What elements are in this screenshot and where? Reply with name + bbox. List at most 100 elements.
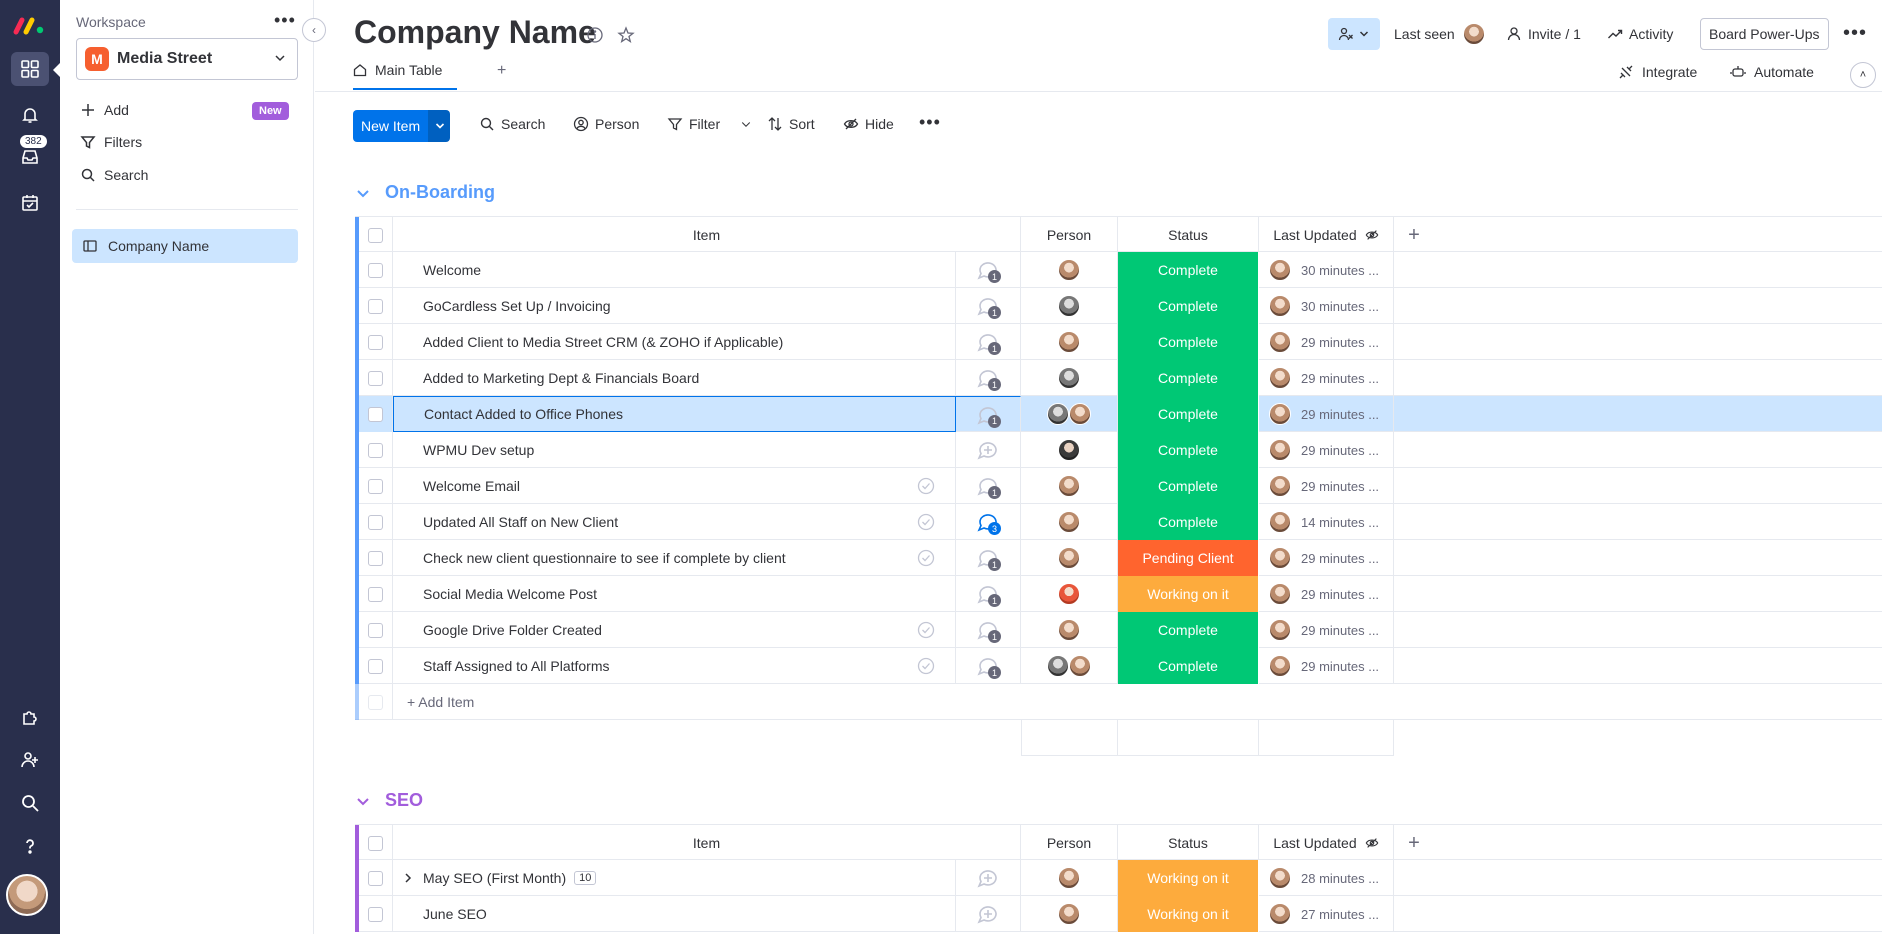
rail-invite-button[interactable] <box>11 743 49 777</box>
updates-cell[interactable] <box>956 860 1021 896</box>
last-updated-cell[interactable]: 29 minutes ... <box>1259 324 1394 360</box>
check-circle-icon[interactable] <box>917 621 935 639</box>
item-name-cell[interactable]: Contact Added to Office Phones <box>393 396 956 432</box>
column-header-last-updated[interactable]: Last Updated <box>1259 825 1394 861</box>
eye-off-icon[interactable] <box>1365 228 1379 242</box>
table-row[interactable]: June SEO Working on it 27 minutes ... <box>355 896 1882 932</box>
workspace-search-button[interactable]: Search <box>80 163 148 187</box>
item-name-cell[interactable]: Staff Assigned to All Platforms <box>393 648 956 684</box>
updates-cell[interactable] <box>956 432 1021 468</box>
update-bubble-icon[interactable]: 1 <box>976 546 1001 571</box>
last-updated-cell[interactable]: 27 minutes ... <box>1259 896 1394 932</box>
item-name-cell[interactable]: June SEO <box>393 896 956 932</box>
last-updated-cell[interactable]: 29 minutes ... <box>1259 468 1394 504</box>
column-header-item[interactable]: Item <box>393 217 1021 253</box>
updates-cell[interactable]: 1 <box>956 540 1021 576</box>
check-circle-icon[interactable] <box>917 477 935 495</box>
toolbar-filter-button[interactable]: Filter <box>667 116 758 132</box>
update-bubble-icon[interactable]: 1 <box>976 366 1001 391</box>
person-cell[interactable] <box>1021 324 1118 360</box>
row-checkbox[interactable] <box>359 288 393 324</box>
column-header-status[interactable]: Status <box>1118 217 1259 253</box>
table-row[interactable]: Welcome 1 Complete 30 minutes ... <box>355 252 1882 288</box>
person-cell[interactable] <box>1021 468 1118 504</box>
star-icon[interactable] <box>617 26 635 44</box>
row-checkbox[interactable] <box>359 860 393 896</box>
person-cell[interactable] <box>1021 576 1118 612</box>
status-cell[interactable]: Pending Client <box>1118 540 1259 576</box>
group-header[interactable]: On-Boarding <box>355 182 495 203</box>
table-row[interactable]: Added Client to Media Street CRM (& ZOHO… <box>355 324 1882 360</box>
subitems-count-badge[interactable]: 10 <box>574 871 597 885</box>
table-row[interactable]: Staff Assigned to All Platforms 1 Complete… <box>355 648 1882 684</box>
update-bubble-icon[interactable]: 1 <box>976 330 1001 355</box>
column-header-last-updated[interactable]: Last Updated <box>1259 217 1394 253</box>
person-cell[interactable] <box>1021 360 1118 396</box>
last-updated-cell[interactable]: 29 minutes ... <box>1259 360 1394 396</box>
add-view-button[interactable]: + <box>497 62 506 80</box>
chevron-right-icon[interactable] <box>401 871 415 885</box>
updates-cell[interactable]: 1 <box>956 360 1021 396</box>
item-name-cell[interactable]: Welcome Email <box>393 468 956 504</box>
rail-notifications-button[interactable] <box>11 98 49 132</box>
column-header-item[interactable]: Item <box>393 825 1021 861</box>
status-cell[interactable]: Complete <box>1118 468 1259 504</box>
add-update-icon[interactable] <box>976 438 1000 462</box>
rail-help-button[interactable] <box>11 829 49 863</box>
rail-search-button[interactable] <box>11 786 49 820</box>
workspace-selector[interactable]: M Media Street <box>76 38 298 80</box>
table-row[interactable]: Updated All Staff on New Client 3 Complete… <box>355 504 1882 540</box>
activity-button[interactable]: Activity <box>1607 18 1673 50</box>
person-cell[interactable] <box>1021 396 1118 432</box>
row-checkbox[interactable] <box>359 252 393 288</box>
update-bubble-icon[interactable]: 1 <box>976 654 1001 679</box>
item-name-cell[interactable]: Welcome <box>393 252 956 288</box>
item-name-cell[interactable]: GoCardless Set Up / Invoicing <box>393 288 956 324</box>
row-checkbox[interactable] <box>359 612 393 648</box>
updates-cell[interactable]: 1 <box>956 396 1021 432</box>
update-bubble-icon[interactable]: 1 <box>976 403 1001 428</box>
check-circle-icon[interactable] <box>917 549 935 567</box>
group-header[interactable]: SEO <box>355 790 423 811</box>
table-row[interactable]: WPMU Dev setup Complete 29 minutes ... <box>355 432 1882 468</box>
add-update-icon[interactable] <box>976 866 1000 890</box>
integrate-button[interactable]: Integrate <box>1618 64 1697 80</box>
status-cell[interactable]: Complete <box>1118 648 1259 684</box>
add-update-icon[interactable] <box>976 902 1000 926</box>
rail-apps-button[interactable] <box>11 700 49 734</box>
add-column-button[interactable]: + <box>1394 825 1434 861</box>
updates-cell[interactable]: 1 <box>956 288 1021 324</box>
check-circle-icon[interactable] <box>917 657 935 675</box>
column-header-status[interactable]: Status <box>1118 825 1259 861</box>
status-cell[interactable]: Complete <box>1118 612 1259 648</box>
board-item-company-name[interactable]: Company Name <box>72 229 298 263</box>
table-row[interactable]: May SEO (First Month) 10 Working on it 28 m… <box>355 860 1882 896</box>
toolbar-more-icon[interactable]: ••• <box>919 112 941 133</box>
status-cell[interactable]: Complete <box>1118 288 1259 324</box>
table-row[interactable]: GoCardless Set Up / Invoicing 1 Complete 30… <box>355 288 1882 324</box>
toolbar-sort-button[interactable]: Sort <box>767 116 815 132</box>
new-item-button[interactable]: New Item <box>353 110 429 142</box>
toolbar-search-button[interactable]: Search <box>479 116 545 132</box>
status-cell[interactable]: Working on it <box>1118 576 1259 612</box>
add-column-button[interactable]: + <box>1394 217 1434 253</box>
row-checkbox[interactable] <box>359 360 393 396</box>
row-checkbox[interactable] <box>359 504 393 540</box>
row-checkbox[interactable] <box>359 576 393 612</box>
row-checkbox[interactable] <box>359 432 393 468</box>
column-header-person[interactable]: Person <box>1021 825 1118 861</box>
update-bubble-icon[interactable]: 1 <box>976 474 1001 499</box>
row-checkbox[interactable] <box>359 468 393 504</box>
update-bubble-icon[interactable]: 1 <box>976 294 1001 319</box>
update-bubble-icon[interactable]: 1 <box>976 618 1001 643</box>
last-updated-cell[interactable]: 29 minutes ... <box>1259 396 1394 432</box>
person-cell[interactable] <box>1021 896 1118 932</box>
automate-button[interactable]: Automate <box>1730 64 1814 80</box>
toolbar-person-button[interactable]: Person <box>573 116 639 132</box>
collaboration-button[interactable] <box>1328 18 1380 50</box>
table-row[interactable]: Welcome Email 1 Complete 29 minutes ... <box>355 468 1882 504</box>
update-bubble-icon[interactable]: 3 <box>976 510 1001 535</box>
item-name-cell[interactable]: Added Client to Media Street CRM (& ZOHO… <box>393 324 956 360</box>
rail-my-work-button[interactable] <box>11 186 49 220</box>
updates-cell[interactable]: 1 <box>956 252 1021 288</box>
